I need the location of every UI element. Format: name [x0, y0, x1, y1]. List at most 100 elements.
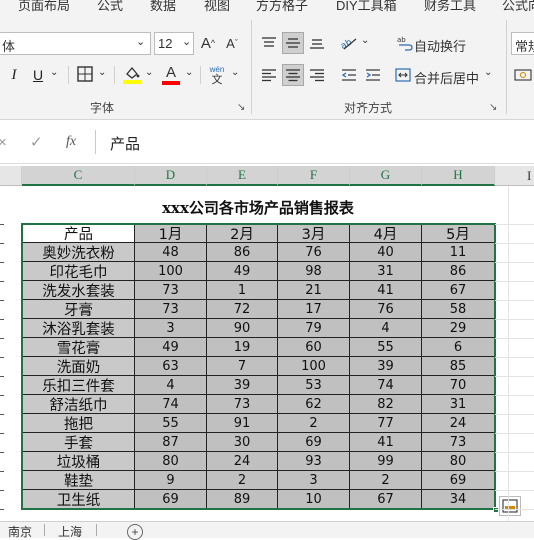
cell-value[interactable]: 73: [135, 300, 207, 319]
cell-product[interactable]: 鞋垫: [22, 471, 135, 490]
align-bottom-icon[interactable]: [306, 32, 328, 54]
cell-value[interactable]: 55: [350, 338, 422, 357]
cell-value[interactable]: 3: [278, 471, 350, 490]
cell-product[interactable]: 洗发水套装: [22, 281, 135, 300]
cell-value[interactable]: 86: [422, 262, 495, 281]
cell-product[interactable]: 牙膏: [22, 300, 135, 319]
wrap-text-icon[interactable]: ab: [396, 33, 414, 53]
italic-button[interactable]: I: [6, 64, 22, 86]
chevron-down-icon[interactable]: ⌄: [185, 67, 193, 78]
cell-value[interactable]: 73: [135, 281, 207, 300]
tab-finance-tools[interactable]: 财务工具: [424, 0, 476, 12]
cell-value[interactable]: 41: [350, 281, 422, 300]
cell-product[interactable]: 洗面奶: [22, 357, 135, 376]
cell-value[interactable]: 60: [278, 338, 350, 357]
cell-product[interactable]: 雪花膏: [22, 338, 135, 357]
cell-product[interactable]: 垃圾桶: [22, 452, 135, 471]
cell-value[interactable]: 86: [207, 243, 278, 262]
insert-function-icon[interactable]: fx: [66, 134, 76, 150]
cell-value[interactable]: 89: [207, 490, 278, 509]
currency-format-icon[interactable]: [513, 65, 533, 85]
dialog-launcher-icon[interactable]: ↘: [237, 102, 245, 113]
merge-center-icon[interactable]: [394, 65, 412, 85]
font-color-icon[interactable]: A: [161, 64, 181, 86]
quick-analysis-icon[interactable]: [499, 496, 521, 516]
cell-value[interactable]: 10: [278, 490, 350, 509]
cell-value[interactable]: 76: [350, 300, 422, 319]
underline-button[interactable]: U: [30, 64, 46, 86]
tab-diy-tools[interactable]: DIY工具箱: [336, 0, 397, 12]
phonetic-guide-icon[interactable]: wén 文: [206, 62, 228, 88]
cell-value[interactable]: 34: [422, 490, 495, 509]
merge-center-label[interactable]: 合并后居中: [414, 68, 479, 87]
cell-value[interactable]: 87: [135, 433, 207, 452]
align-center-icon[interactable]: [282, 64, 304, 86]
cell-value[interactable]: 2: [207, 471, 278, 490]
cell-value[interactable]: 3: [135, 319, 207, 338]
cell-value[interactable]: 74: [350, 376, 422, 395]
cell-value[interactable]: 72: [207, 300, 278, 319]
chevron-down-icon[interactable]: ⌄: [231, 67, 239, 78]
column-header-h[interactable]: H: [422, 166, 495, 186]
cell-value[interactable]: 41: [350, 433, 422, 452]
header-cell-month[interactable]: 3月: [278, 224, 350, 243]
font-name-select[interactable]: 体 ⌄: [0, 32, 151, 55]
cell-product[interactable]: 舒洁纸巾: [22, 395, 135, 414]
cell-value[interactable]: 4: [350, 319, 422, 338]
borders-icon[interactable]: [76, 65, 94, 83]
cell-value[interactable]: 85: [422, 357, 495, 376]
column-header-f[interactable]: F: [278, 166, 350, 186]
cell-value[interactable]: 19: [207, 338, 278, 357]
tab-data[interactable]: 数据: [150, 0, 176, 12]
enter-icon[interactable]: ✓: [30, 133, 43, 151]
cell-value[interactable]: 49: [207, 262, 278, 281]
cell-value[interactable]: 17: [278, 300, 350, 319]
cell-value[interactable]: 91: [207, 414, 278, 433]
report-title[interactable]: xxx公司各市场产品销售报表: [22, 190, 494, 224]
cell-value[interactable]: 1: [207, 281, 278, 300]
cell-value[interactable]: 2: [350, 471, 422, 490]
cell-value[interactable]: 11: [422, 243, 495, 262]
worksheet-grid[interactable]: C D E F G H I xxx公司各市场产品销售报表 产品 1月 2月 3月 4月 5…: [0, 166, 534, 521]
header-cell-month[interactable]: 5月: [422, 224, 495, 243]
cell-value[interactable]: 80: [135, 452, 207, 471]
cell-product[interactable]: 手套: [22, 433, 135, 452]
cell-value[interactable]: 29: [422, 319, 495, 338]
cell-value[interactable]: 39: [207, 376, 278, 395]
cell-value[interactable]: 69: [135, 490, 207, 509]
tab-fangfang[interactable]: 方方格子: [256, 0, 308, 12]
chevron-down-icon[interactable]: ⌄: [136, 35, 145, 48]
dialog-launcher-icon[interactable]: ↘: [489, 102, 497, 113]
cell-product[interactable]: 乐扣三件套: [22, 376, 135, 395]
cell-value[interactable]: 100: [278, 357, 350, 376]
cell-value[interactable]: 73: [207, 395, 278, 414]
header-cell-month[interactable]: 2月: [207, 224, 278, 243]
cell-value[interactable]: 48: [135, 243, 207, 262]
cell-value[interactable]: 63: [135, 357, 207, 376]
cell-value[interactable]: 70: [422, 376, 495, 395]
font-grow-icon[interactable]: A ^: [198, 32, 218, 54]
text-orientation-icon[interactable]: ab: [338, 32, 360, 54]
column-header-c[interactable]: C: [22, 166, 135, 186]
cell-value[interactable]: 69: [278, 433, 350, 452]
cell-value[interactable]: 9: [135, 471, 207, 490]
cell-value[interactable]: 4: [135, 376, 207, 395]
align-right-icon[interactable]: [306, 64, 328, 86]
cell-value[interactable]: 55: [135, 414, 207, 433]
cell-value[interactable]: 53: [278, 376, 350, 395]
cell-value[interactable]: 90: [207, 319, 278, 338]
cell-value[interactable]: 24: [207, 452, 278, 471]
align-top-icon[interactable]: [258, 32, 280, 54]
cell-value[interactable]: 99: [350, 452, 422, 471]
cell-value[interactable]: 98: [278, 262, 350, 281]
cell-value[interactable]: 62: [278, 395, 350, 414]
cell-value[interactable]: 7: [207, 357, 278, 376]
tab-page-layout[interactable]: 页面布局: [18, 0, 70, 12]
cell-value[interactable]: 24: [422, 414, 495, 433]
chevron-down-icon[interactable]: ⌄: [98, 67, 106, 78]
chevron-down-icon[interactable]: ⌄: [182, 35, 191, 48]
align-left-icon[interactable]: [258, 64, 280, 86]
decrease-indent-icon[interactable]: [338, 64, 360, 86]
header-cell-product[interactable]: 产品: [22, 224, 135, 243]
cell-value[interactable]: 76: [278, 243, 350, 262]
